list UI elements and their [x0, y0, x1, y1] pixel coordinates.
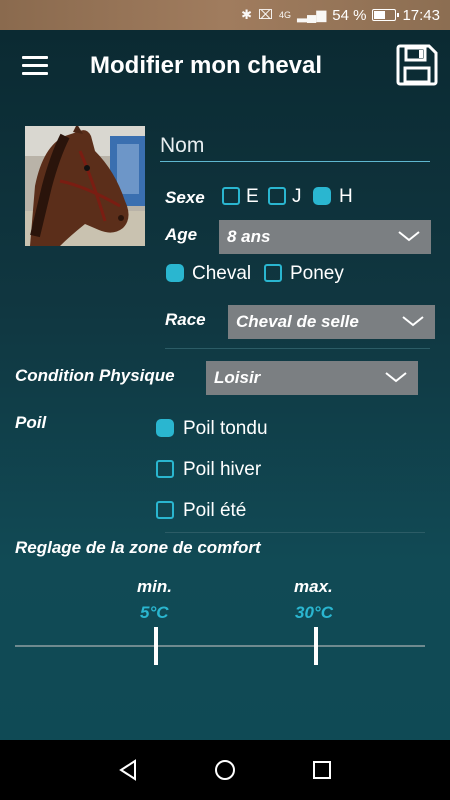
- page-title: Modifier mon cheval: [90, 52, 323, 79]
- floppy-disk-icon[interactable]: [396, 44, 438, 86]
- race-dropdown[interactable]: Cheval de selle: [228, 305, 435, 339]
- comfort-max-thumb[interactable]: [314, 627, 318, 665]
- condition-label: Condition Physique: [15, 366, 175, 385]
- age-label: Age: [165, 225, 198, 244]
- min-caption: min.: [137, 577, 172, 596]
- home-icon[interactable]: [205, 750, 245, 790]
- poney-label: Poney: [290, 263, 344, 284]
- cheval-label: Cheval: [192, 263, 252, 284]
- divider: [165, 348, 430, 349]
- age-value: 8 ans: [227, 227, 271, 246]
- cheval-checkbox[interactable]: [166, 264, 184, 282]
- comfort-min-thumb[interactable]: [154, 627, 158, 665]
- chevron-down-icon: [402, 316, 424, 327]
- network-label: 4G: [279, 10, 292, 20]
- condition-value: Loisir: [214, 368, 261, 387]
- sexe-h-checkbox[interactable]: [313, 187, 331, 205]
- sexe-label: Sexe: [165, 188, 205, 207]
- sexe-j-label: J: [292, 186, 302, 207]
- vibrate-off-icon: ⌧: [258, 7, 274, 22]
- battery-percent: 54 %: [332, 6, 367, 24]
- app-screen: Modifier mon cheval Nom Sexe E J H Age 8…: [0, 30, 450, 740]
- race-label: Race: [165, 310, 206, 329]
- signal-icon: ▂▄▆: [297, 7, 327, 22]
- recents-icon[interactable]: [302, 750, 342, 790]
- battery-icon: [372, 9, 400, 21]
- sexe-h-label: H: [339, 186, 353, 207]
- chevron-down-icon: [398, 231, 420, 242]
- divider: [165, 532, 425, 533]
- horse-photo[interactable]: [25, 126, 145, 246]
- navigation-bar: [0, 740, 450, 800]
- poil-ete-label: Poil été: [183, 500, 247, 521]
- chevron-down-icon: [385, 372, 407, 383]
- sexe-j-checkbox[interactable]: [268, 187, 286, 205]
- bluetooth-icon: ✱: [241, 7, 253, 22]
- back-icon[interactable]: [108, 750, 148, 790]
- hamburger-menu-icon[interactable]: [22, 56, 48, 78]
- age-dropdown[interactable]: 8 ans: [219, 220, 431, 254]
- poil-hiver-checkbox[interactable]: [156, 460, 174, 478]
- condition-dropdown[interactable]: Loisir: [206, 361, 418, 395]
- poney-checkbox[interactable]: [264, 264, 282, 282]
- status-bar: ✱ ⌧ 4G ▂▄▆ 54 % 17:43: [0, 0, 450, 30]
- race-value: Cheval de selle: [236, 312, 359, 331]
- horse-name-input[interactable]: [160, 130, 430, 162]
- poil-hiver-label: Poil hiver: [183, 459, 262, 480]
- comfort-label: Reglage de la zone de comfort: [15, 538, 261, 557]
- poil-label: Poil: [15, 413, 47, 432]
- clock: 17:43: [402, 6, 440, 24]
- poil-ete-checkbox[interactable]: [156, 501, 174, 519]
- max-caption: max.: [294, 577, 333, 596]
- sexe-e-checkbox[interactable]: [222, 187, 240, 205]
- comfort-slider-track[interactable]: [15, 645, 425, 647]
- sexe-e-label: E: [246, 186, 259, 207]
- toolbar: Modifier mon cheval: [0, 30, 450, 106]
- poil-tondu-label: Poil tondu: [183, 418, 268, 439]
- poil-tondu-checkbox[interactable]: [156, 419, 174, 437]
- min-value: 5°C: [140, 603, 169, 622]
- max-value: 30°C: [295, 603, 333, 622]
